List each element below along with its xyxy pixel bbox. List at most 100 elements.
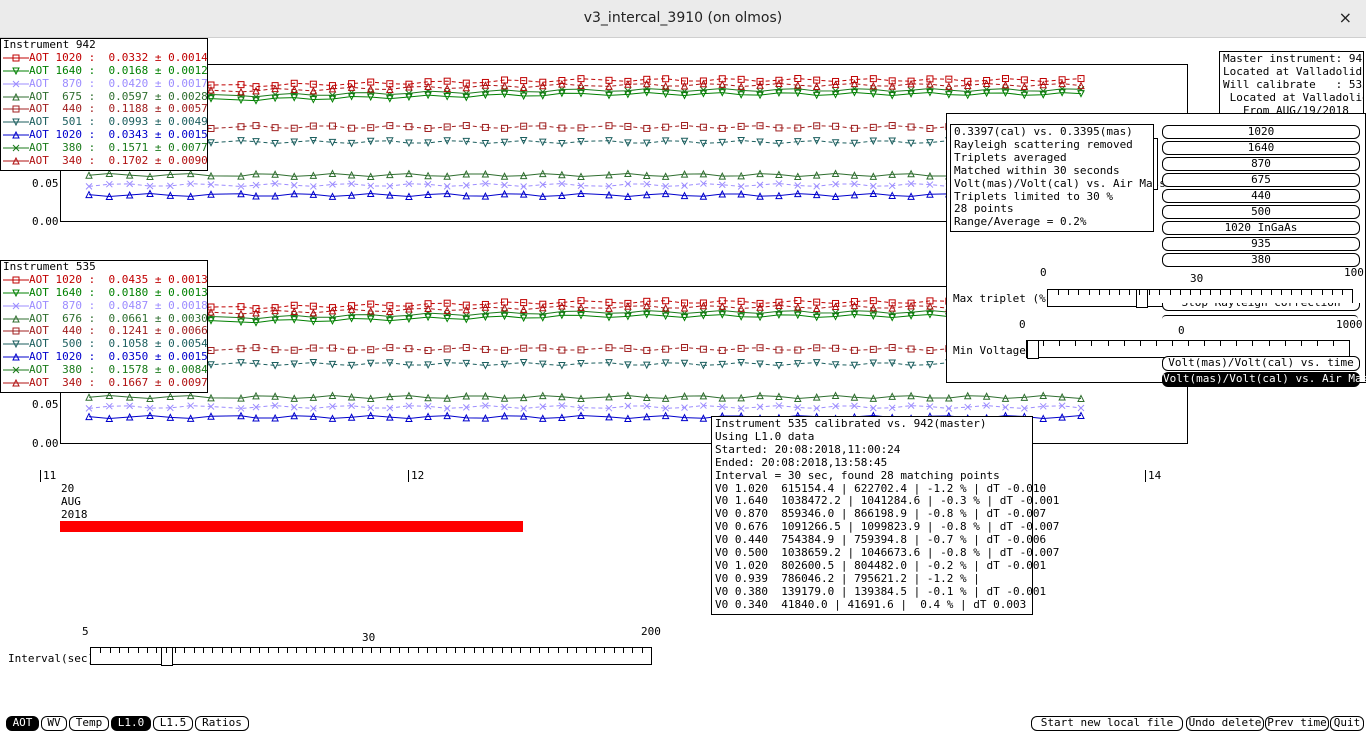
max-triplet-tick-max: 100 bbox=[1344, 266, 1364, 279]
mode-button-wv[interactable]: WV bbox=[41, 716, 67, 731]
mode-button-temp[interactable]: Temp bbox=[69, 716, 109, 731]
wavelength-button[interactable]: 1640 bbox=[1162, 141, 1360, 155]
calibration-info-line: Ended: 20:08:2018,13:58:45 bbox=[715, 455, 888, 469]
slider-tick bbox=[623, 648, 624, 653]
top-ytick-005: 0.05 bbox=[32, 177, 59, 190]
slider-tick bbox=[390, 648, 391, 653]
bottom-legend-row[interactable]: AOT 1640 : 0.0180 ± 0.0013 bbox=[1, 286, 208, 300]
top-legend-symbol bbox=[3, 144, 29, 152]
slider-tick bbox=[1159, 290, 1160, 295]
action-button-undo-delete[interactable]: Undo delete bbox=[1186, 716, 1264, 731]
slider-tick bbox=[1188, 341, 1189, 346]
interval-label: Interval(sec) bbox=[8, 652, 95, 665]
top-legend-symbol bbox=[3, 131, 29, 139]
slider-tick bbox=[539, 648, 540, 653]
slider-tick bbox=[1269, 341, 1270, 346]
max-triplet-slider-thumb[interactable] bbox=[1136, 289, 1148, 308]
slider-tick bbox=[1311, 290, 1312, 295]
top-legend-text: AOT 1640 : 0.0168 ± 0.0012 bbox=[29, 63, 208, 77]
wavelength-button[interactable]: 675 bbox=[1162, 173, 1360, 187]
min-voltage-tick-mid: 0 bbox=[1178, 324, 1185, 337]
wavelength-button[interactable]: 440 bbox=[1162, 189, 1360, 203]
slider-tick bbox=[511, 648, 512, 653]
slider-tick bbox=[212, 648, 213, 653]
wavelength-button[interactable]: 380 bbox=[1162, 253, 1360, 267]
bottom-legend-row[interactable]: AOT 1020 : 0.0435 ± 0.0013 bbox=[1, 273, 208, 287]
date-month: AUG bbox=[61, 495, 81, 508]
max-triplet-tick-min: 0 bbox=[1040, 266, 1047, 279]
close-icon[interactable]: × bbox=[1339, 8, 1352, 27]
min-voltage-tick-max: 1000 bbox=[1336, 318, 1363, 331]
slider-tick bbox=[492, 648, 493, 653]
top-legend-text: AOT 1020 : 0.0332 ± 0.0014 bbox=[29, 50, 208, 64]
mode-button-aot[interactable]: AOT bbox=[6, 716, 39, 731]
interval-tick-mid: 30 bbox=[362, 631, 376, 644]
slider-tick bbox=[483, 648, 484, 653]
wavelength-button[interactable]: 1020 bbox=[1162, 125, 1360, 139]
slider-tick bbox=[1172, 341, 1173, 346]
slider-tick bbox=[1139, 290, 1140, 295]
interval-slider-thumb[interactable] bbox=[161, 647, 173, 666]
wavelength-button[interactable]: 935 bbox=[1162, 237, 1360, 251]
slider-tick bbox=[399, 648, 400, 653]
slider-tick bbox=[1043, 341, 1044, 346]
slider-tick bbox=[287, 648, 288, 653]
series-point bbox=[1077, 404, 1085, 412]
top-legend-title: Instrument 942 bbox=[3, 38, 96, 51]
ratio-info-line: Volt(mas)/Volt(cal) vs. Air Mass bbox=[954, 176, 1166, 190]
bottom-legend-row[interactable]: AOT 870 : 0.0487 ± 0.0018 bbox=[1, 299, 208, 313]
window-titlebar: v3_intercal_3910 (on olmos) × bbox=[0, 0, 1366, 38]
top-legend-symbol bbox=[3, 54, 29, 62]
action-button-prev-time[interactable]: Prev time bbox=[1265, 716, 1329, 731]
slider-tick bbox=[1089, 290, 1090, 295]
slider-tick bbox=[1252, 341, 1253, 346]
x-tick-14: 14 bbox=[1148, 469, 1162, 482]
top-legend: Instrument 942 AOT 1020 : 0.0332 ± 0.001… bbox=[0, 38, 208, 171]
slider-tick bbox=[474, 648, 475, 653]
wavelength-button[interactable]: 870 bbox=[1162, 157, 1360, 171]
action-button-quit[interactable]: Quit bbox=[1330, 716, 1364, 731]
date-year: 2018 bbox=[61, 508, 88, 521]
ratio-box-scrollbar[interactable] bbox=[1153, 138, 1158, 190]
slider-tick bbox=[436, 648, 437, 653]
slider-tick bbox=[464, 648, 465, 653]
time-range-bar[interactable] bbox=[60, 521, 523, 532]
mode-button-ratios[interactable]: Ratios bbox=[195, 716, 249, 731]
wavelength-button[interactable]: 500 bbox=[1162, 205, 1360, 219]
wavelength-button[interactable]: 1020 InGaAs bbox=[1162, 221, 1360, 235]
bottom-ytick-000: 0.00 bbox=[32, 437, 59, 450]
window-title: v3_intercal_3910 (on olmos) bbox=[583, 10, 783, 26]
ratio-info-line: Rayleigh scattering removed bbox=[954, 137, 1133, 151]
vs-time-button[interactable]: Volt(mas)/Volt(cal) vs. time bbox=[1162, 356, 1360, 371]
slider-tick bbox=[306, 648, 307, 653]
mode-button-l10[interactable]: L1.0 bbox=[111, 716, 151, 731]
calibration-info-line: V0 1.020 802600.5 | 804482.0 | -0.2 % | … bbox=[715, 558, 1047, 572]
series-point bbox=[813, 182, 821, 190]
slider-tick bbox=[1236, 341, 1237, 346]
vs-airmass-button[interactable]: Volt(mas)/Volt(cal) vs. Air Mass bbox=[1162, 372, 1366, 387]
bottom-legend-symbol bbox=[3, 276, 29, 284]
bottom-legend-row[interactable]: AOT 340 : 0.1667 ± 0.0097 bbox=[1, 376, 208, 390]
top-legend-row[interactable]: AOT 1640 : 0.0168 ± 0.0012 bbox=[1, 63, 208, 78]
calibration-info-box: Instrument 535 calibrated vs. 942(master… bbox=[711, 416, 1059, 615]
slider-tick bbox=[1068, 290, 1069, 295]
interval-tick-min: 5 bbox=[82, 625, 89, 638]
calibration-info-line: Using L1.0 data bbox=[715, 429, 815, 443]
slider-tick bbox=[1058, 290, 1059, 295]
top-legend-row[interactable]: AOT 1020 : 0.0332 ± 0.0014 bbox=[1, 50, 208, 65]
min-voltage-slider-thumb[interactable] bbox=[1027, 340, 1039, 359]
slider-tick bbox=[296, 648, 297, 653]
top-legend-row[interactable]: AOT 340 : 0.1702 ± 0.0090 bbox=[1, 154, 208, 168]
action-button-start-new-local-file[interactable]: Start new local file bbox=[1031, 716, 1183, 731]
slider-tick bbox=[362, 648, 363, 653]
top-legend-symbol bbox=[3, 118, 29, 127]
bottom-legend-symbol bbox=[3, 314, 29, 323]
slider-tick bbox=[408, 648, 409, 653]
ratio-info-line: Triplets averaged bbox=[954, 150, 1067, 164]
slider-tick bbox=[352, 648, 353, 653]
slider-tick bbox=[1342, 290, 1343, 295]
interval-slider[interactable] bbox=[90, 647, 652, 666]
mode-button-l15[interactable]: L1.5 bbox=[153, 716, 193, 731]
slider-tick bbox=[520, 648, 521, 653]
top-legend-row[interactable]: AOT 870 : 0.0420 ± 0.0017 bbox=[1, 77, 208, 91]
